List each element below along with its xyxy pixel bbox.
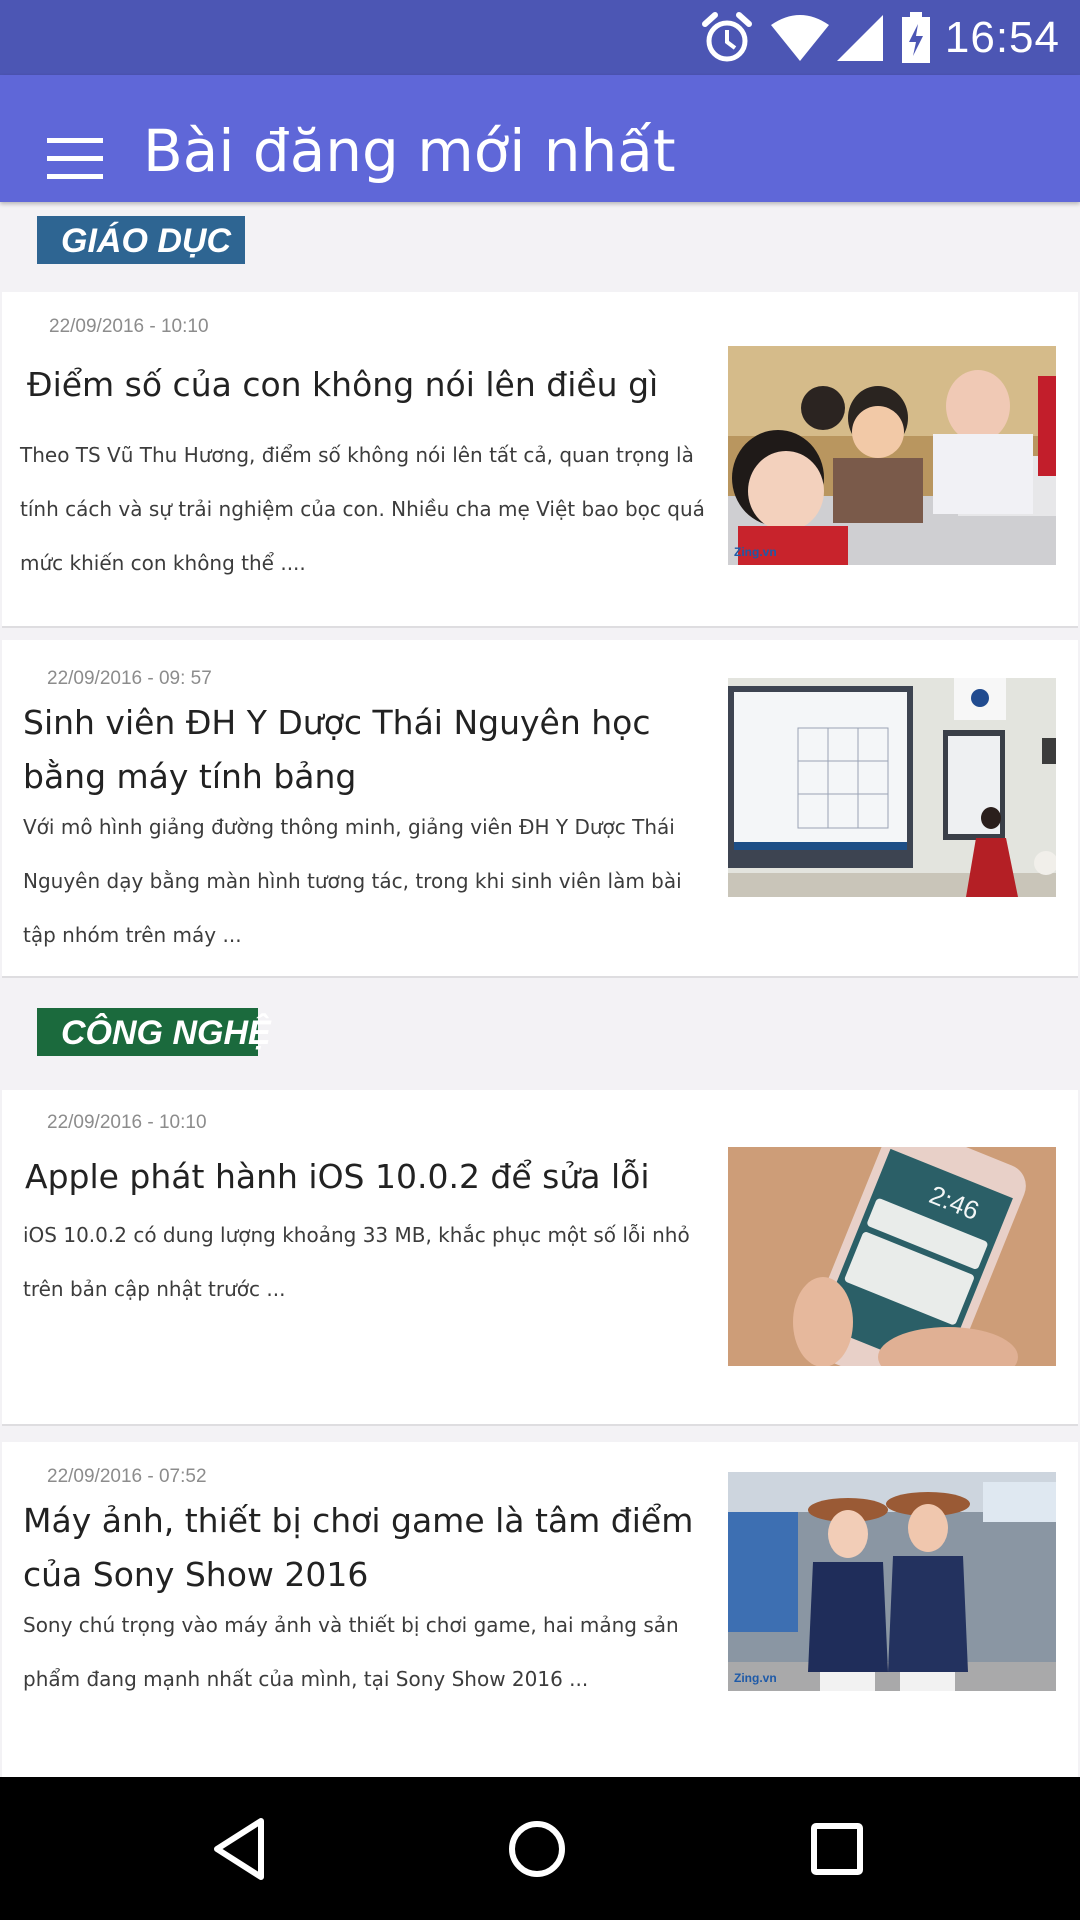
article-title[interactable]: Máy ảnh, thiết bị chơi game là tâm điểm … [23,1494,703,1602]
iphone-lockscreen-photo: 2:46 [728,1147,1056,1366]
page-title: Bài đăng mới nhất [143,117,676,185]
article-thumbnail[interactable]: 2:46 [728,1147,1056,1366]
battery-charging-icon [901,11,930,63]
smart-classroom-photo [728,678,1056,897]
recents-icon[interactable] [801,1813,873,1885]
article-summary: iOS 10.0.2 có dung lượng khoảng 33 MB, k… [23,1223,690,1301]
article-date: 22/09/2016 - 10:10 [49,316,209,337]
article-feed[interactable]: GIÁO DỤC 22/09/2016 - 10:10 Điểm số của … [0,202,1080,1777]
article-thumbnail[interactable] [728,678,1056,897]
article-date: 22/09/2016 - 07:52 [47,1466,207,1487]
clock-time: 16:54 [944,12,1060,62]
article-card[interactable]: 22/09/2016 - 10:10 Apple phát hành iOS 1… [2,1090,1078,1426]
article-summary: Theo TS Vũ Thu Hương, điểm số không nói … [20,443,705,575]
article-title[interactable]: Sinh viên ĐH Y Dược Thái Nguyên học bằng… [23,696,703,804]
article-card[interactable]: 22/09/2016 - 07:52 Máy ảnh, thiết bị chơ… [2,1442,1078,1777]
article-date: 22/09/2016 - 09: 57 [47,668,212,689]
article-thumbnail[interactable]: Zing.vn [728,346,1056,565]
hamburger-menu-icon[interactable] [47,138,103,182]
article-title[interactable]: Điểm số của con không nói lên điều gì [27,358,707,412]
article-date: 22/09/2016 - 10:10 [47,1112,207,1133]
sony-show-models-photo: Zing.vn [728,1472,1056,1691]
svg-text:Zing.vn: Zing.vn [734,1671,777,1685]
article-card[interactable]: 22/09/2016 - 10:10 Điểm số của con không… [2,292,1078,628]
back-icon[interactable] [203,1813,275,1885]
article-card[interactable]: 22/09/2016 - 09: 57 Sinh viên ĐH Y Dược … [2,640,1078,978]
svg-text:Zing.vn: Zing.vn [734,545,777,559]
category-label-education[interactable]: GIÁO DỤC [37,216,245,264]
alarm-icon [701,11,752,61]
app-bar: Bài đăng mới nhất [0,75,1080,202]
article-thumbnail[interactable]: Zing.vn [728,1472,1056,1691]
signal-icon [836,14,883,61]
wifi-icon [770,14,829,61]
children-classroom-photo: Zing.vn [728,346,1056,565]
article-title[interactable]: Apple phát hành iOS 10.0.2 để sửa lỗi [25,1150,705,1204]
navigation-bar [0,1777,1080,1920]
status-bar: 16:54 [0,0,1080,75]
status-icons: 16:54 [699,0,1060,75]
article-summary: Với mô hình giảng đường thông minh, giản… [23,815,682,947]
home-icon[interactable] [501,1813,573,1885]
article-summary: Sony chú trọng vào máy ảnh và thiết bị c… [23,1613,679,1691]
category-label-technology[interactable]: CÔNG NGHỆ [37,1008,271,1056]
